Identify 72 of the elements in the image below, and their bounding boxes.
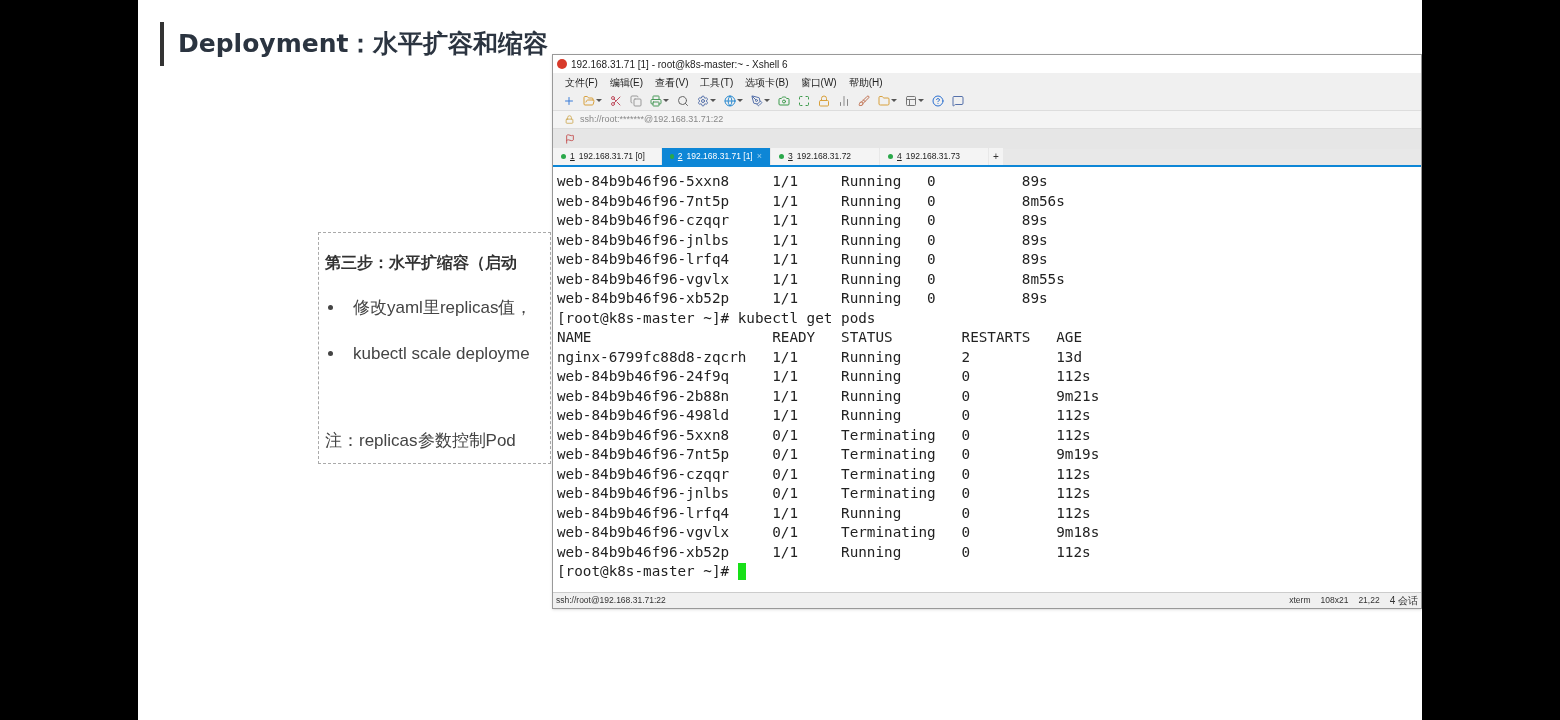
terminal-line: web-84b9b46f96-czqqr 1/1 Running 0 89s [557,211,1048,230]
terminal-line: web-84b9b46f96-vgvlx 0/1 Terminating 0 9m18s [557,523,1100,542]
terminal-line: web-84b9b46f96-lrfq4 1/1 Running 0 89s [557,250,1048,269]
session-tab[interactable]: 4 192.168.31.73 [880,148,988,165]
pen-icon[interactable] [751,94,763,107]
help-icon[interactable] [932,94,944,107]
connection-status: ssh://root@192.168.31.71:22 [556,594,666,607]
scissors-icon[interactable] [610,94,622,107]
menu-item[interactable]: 帮助(H) [848,74,883,90]
cursor-position: 21,22 [1358,594,1380,607]
terminal-line: web-84b9b46f96-498ld 1/1 Running 0 112s [557,406,1091,425]
camera-icon[interactable] [778,94,790,107]
new-session-icon[interactable] [563,94,575,107]
terminal-line: web-84b9b46f96-7nt5p 0/1 Terminating 0 9m19s [557,445,1100,464]
menu-item[interactable]: 窗口(W) [800,74,837,90]
session-count: 4 会话 [1389,594,1418,608]
search-icon[interactable] [677,94,689,107]
window-title: 192.168.31.71 [1] - root@k8s-master:~ - Xshell 6 [571,57,788,72]
dropdown-caret-icon[interactable] [737,99,743,102]
fullscreen-icon[interactable] [798,94,810,107]
dropdown-caret-icon[interactable] [891,99,897,102]
terminal-line: web-84b9b46f96-2b88n 1/1 Running 0 9m21s [557,386,1100,406]
terminal-line: web-84b9b46f96-xb52p 1/1 Running 0 89s [557,289,1048,308]
step-heading: 第三步：水平扩缩容（启动 [325,253,518,273]
session-tab[interactable]: 2 192.168.31.71 [1] × [662,148,770,165]
dropdown-caret-icon[interactable] [710,99,716,102]
cursor [737,563,746,581]
terminal-prompt: [root@k8s-master ~]# [557,562,731,581]
terminal-line: web-84b9b46f96-5xxn8 0/1 Terminating 0 112s [557,425,1091,445]
slide-title: Deployment：水平扩容和缩容 [178,28,549,61]
dropdown-caret-icon[interactable] [918,99,924,102]
bar-chart-icon[interactable] [838,94,850,107]
title-accent-bar [160,22,164,66]
printer-icon[interactable] [650,94,662,107]
menu-item[interactable]: 工具(T) [700,74,734,90]
terminal-line: web-84b9b46f96-xb52p 1/1 Running 0 112s [557,542,1091,562]
session-tab[interactable]: 1 192.168.31.71 [0] [553,148,661,165]
chat-icon[interactable] [952,94,964,107]
terminal-line: web-84b9b46f96-24f9q 1/1 Running 0 112s [557,367,1091,386]
lock-icon[interactable] [818,94,830,107]
menu-item[interactable]: 选项卡(B) [745,74,789,90]
terminal-type: xterm [1289,594,1311,607]
terminal-line: web-84b9b46f96-jnlbs 0/1 Terminating 0 112s [557,484,1091,503]
layout-icon[interactable] [905,94,917,107]
dropdown-caret-icon[interactable] [663,99,669,102]
session-tab[interactable]: 3 192.168.31.72 [771,148,879,165]
terminal-line: web-84b9b46f96-jnlbs 1/1 Running 0 89s [557,230,1048,250]
terminal-line: nginx-6799fc88d8-zqcrh 1/1 Running 2 13d [557,347,1083,367]
lock-icon [565,115,574,124]
globe-icon[interactable] [724,94,736,107]
flag-icon[interactable] [565,134,575,144]
terminal-line: NAME READY STATUS RESTARTS AGE [557,328,1083,347]
terminal-line: web-84b9b46f96-7nt5p 1/1 Running 0 8m56s [557,191,1065,211]
dropdown-caret-icon[interactable] [764,99,770,102]
terminal-line: web-84b9b46f96-czqqr 0/1 Terminating 0 112s [557,464,1091,484]
menu-item[interactable]: 查看(V) [655,74,689,90]
app-logo-icon [557,59,567,69]
terminal-line: web-84b9b46f96-lrfq4 1/1 Running 0 112s [557,503,1091,523]
dropdown-caret-icon[interactable] [596,99,602,102]
settings-icon[interactable] [697,94,709,107]
menu-item[interactable]: 文件(F) [565,74,598,90]
note-text: 注：replicas参数控制Pod [325,430,517,452]
copy-icon[interactable] [630,94,642,107]
add-tab-button[interactable]: + [989,148,1003,165]
menu-item[interactable]: 编辑(E) [609,74,644,90]
bullet-text: kubectl scale deployme [353,342,530,365]
terminal-line: [root@k8s-master ~]# kubectl get pods [557,308,876,328]
bullet-text: 修改yaml里replicas值， [353,297,533,319]
brush-icon[interactable] [858,94,870,107]
terminal-line: web-84b9b46f96-vgvlx 1/1 Running 0 8m55s [557,269,1065,289]
terminal-line: web-84b9b46f96-5xxn8 1/1 Running 0 89s [557,172,1048,191]
terminal-size: 108x21 [1320,594,1349,607]
